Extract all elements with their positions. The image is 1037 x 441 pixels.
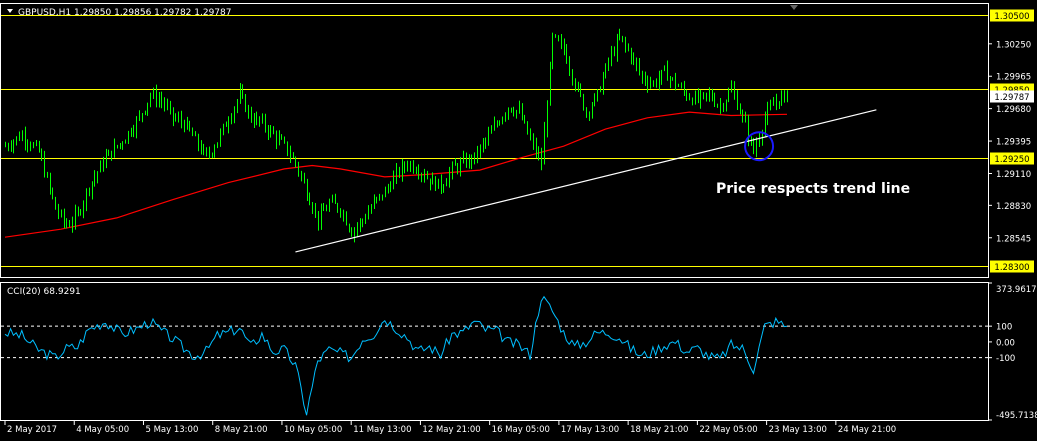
time-tick-label: 22 May 05:00 xyxy=(699,425,757,435)
time-tick-label: 17 May 13:00 xyxy=(561,425,619,435)
level-label: 1.28300 xyxy=(994,263,1029,273)
level-label: 1.30500 xyxy=(994,12,1029,22)
cci-tick-label: -495.7138 xyxy=(996,411,1037,421)
symbol-header: GBPUSD,H1 1.29850 1.29856 1.29782 1.2978… xyxy=(18,8,231,18)
price-tick-label: 1.29680 xyxy=(996,105,1031,115)
annotation-text: Price respects trend line xyxy=(716,181,910,197)
time-tick-label: 8 May 21:00 xyxy=(215,425,268,435)
current-price-label: 1.29787 xyxy=(994,93,1029,103)
chart-window: 1.305001.298501.292501.283001.297871.302… xyxy=(0,3,1037,435)
price-tick-label: 1.29965 xyxy=(996,73,1031,83)
price-tick-label: 1.29395 xyxy=(996,138,1031,148)
price-tick-label: 1.29110 xyxy=(996,170,1031,180)
cci-line xyxy=(4,295,788,416)
price-tick-label: 1.28545 xyxy=(996,234,1031,244)
time-axis: 2 May 2017 4 May 05:00 5 May 13:00 8 May 21… xyxy=(4,421,896,435)
time-tick-label: 24 May 21:00 xyxy=(838,425,896,435)
time-tick-label: 12 May 21:00 xyxy=(422,425,480,435)
cci-pane-frame xyxy=(0,282,989,421)
time-tick-label: 5 May 13:00 xyxy=(145,425,198,435)
time-tick-label: 11 May 13:00 xyxy=(353,425,411,435)
price-tick-label: 1.28830 xyxy=(996,202,1031,212)
time-tick-label: 18 May 21:00 xyxy=(630,425,688,435)
time-tick-label: 10 May 05:00 xyxy=(284,425,342,435)
scroll-marker-icon[interactable] xyxy=(790,5,798,10)
cci-tick-label: 100 xyxy=(996,323,1012,333)
main-pane-frame xyxy=(0,3,989,278)
cci-title: CCI(20) 68.9291 xyxy=(7,287,81,297)
cci-indicator xyxy=(1,295,988,416)
price-tick-label: 1.30250 xyxy=(996,40,1031,50)
candlestick-series xyxy=(5,28,788,243)
horizontal-levels xyxy=(1,15,988,267)
time-tick-label: 16 May 05:00 xyxy=(492,425,550,435)
time-tick-label: 2 May 2017 xyxy=(7,425,57,435)
level-label: 1.29250 xyxy=(994,155,1029,165)
price-axis: 1.305001.298501.292501.283001.297871.302… xyxy=(988,9,1034,273)
cci-tick-label: 0.00 xyxy=(996,338,1015,348)
time-tick-label: 23 May 13:00 xyxy=(769,425,827,435)
cci-tick-label: 373.9617 xyxy=(996,285,1037,295)
cci-tick-label: -100 xyxy=(996,354,1015,364)
cci-axis: 373.9617 100 0.00 -100 -495.7138 xyxy=(988,282,1037,421)
time-tick-label: 4 May 05:00 xyxy=(76,425,129,435)
collapse-arrow-icon[interactable] xyxy=(7,9,13,13)
